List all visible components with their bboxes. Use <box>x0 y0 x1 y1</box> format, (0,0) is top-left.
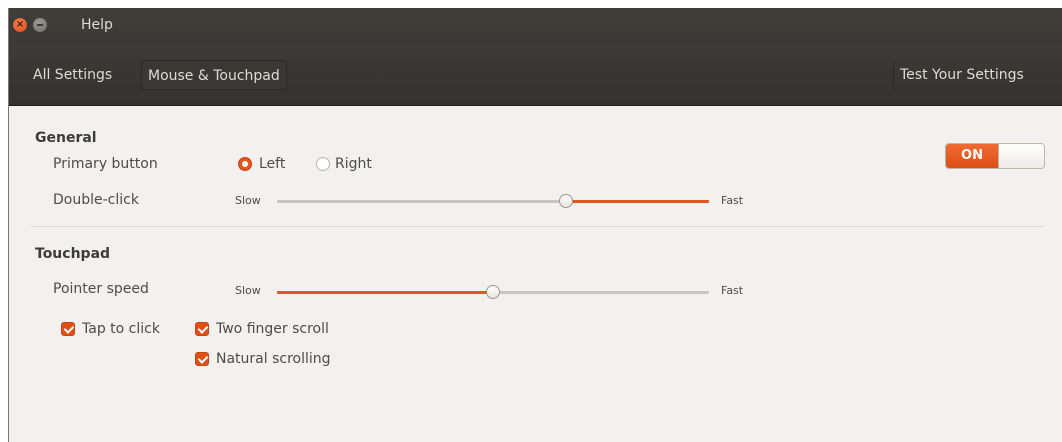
primary-left-label[interactable]: Left <box>259 156 285 172</box>
primary-button-label: Primary button <box>53 156 158 172</box>
minimize-window-button[interactable] <box>33 18 47 32</box>
pointer-speed-fast-label: Fast <box>721 284 744 297</box>
mouse-touchpad-window: × Help All Settings Mouse & Touchpad Tes… <box>8 8 1062 442</box>
close-window-button[interactable]: × <box>13 18 27 32</box>
double-click-fast-label: Fast <box>721 194 744 207</box>
touchpad-section-title: Touchpad <box>35 246 111 262</box>
breadcrumb-mouse-touchpad[interactable]: Mouse & Touchpad <box>141 60 287 90</box>
touchpad-toggle-switch[interactable]: ON <box>945 143 1045 169</box>
two-finger-scroll-checkbox[interactable] <box>195 322 209 336</box>
all-settings-button[interactable]: All Settings <box>27 60 118 90</box>
pointer-speed-slider-fill <box>277 291 493 294</box>
natural-scrolling-checkbox[interactable] <box>195 352 209 366</box>
natural-scrolling-label[interactable]: Natural scrolling <box>216 351 331 367</box>
general-section-title: General <box>35 130 97 146</box>
double-click-label: Double-click <box>53 192 139 208</box>
close-icon: × <box>15 19 25 30</box>
test-your-settings-button[interactable]: Test Your Settings <box>893 60 1030 90</box>
pointer-speed-slider-handle[interactable] <box>486 285 500 299</box>
double-click-slow-label: Slow <box>235 194 261 207</box>
double-click-slider-handle[interactable] <box>559 194 574 208</box>
double-click-slider[interactable] <box>277 200 709 203</box>
primary-right-label[interactable]: Right <box>335 156 372 172</box>
touchpad-switch-on-label: ON <box>946 144 998 168</box>
tap-to-click-checkbox[interactable] <box>61 322 75 336</box>
toolbar: All Settings Mouse & Touchpad Test Your … <box>9 44 1062 106</box>
primary-left-radio[interactable] <box>238 157 252 171</box>
double-click-slider-fill <box>566 200 709 203</box>
settings-panel: General Primary button Left Right Double… <box>9 106 1062 442</box>
primary-right-radio[interactable] <box>316 157 330 171</box>
two-finger-scroll-label[interactable]: Two finger scroll <box>216 321 329 337</box>
section-separator <box>31 226 1044 227</box>
title-bar: × Help <box>9 8 1062 44</box>
touchpad-switch-handle[interactable] <box>998 144 1044 168</box>
pointer-speed-slow-label: Slow <box>235 284 261 297</box>
window-title-help[interactable]: Help <box>81 17 113 33</box>
pointer-speed-label: Pointer speed <box>53 281 149 297</box>
tap-to-click-label[interactable]: Tap to click <box>82 321 160 337</box>
